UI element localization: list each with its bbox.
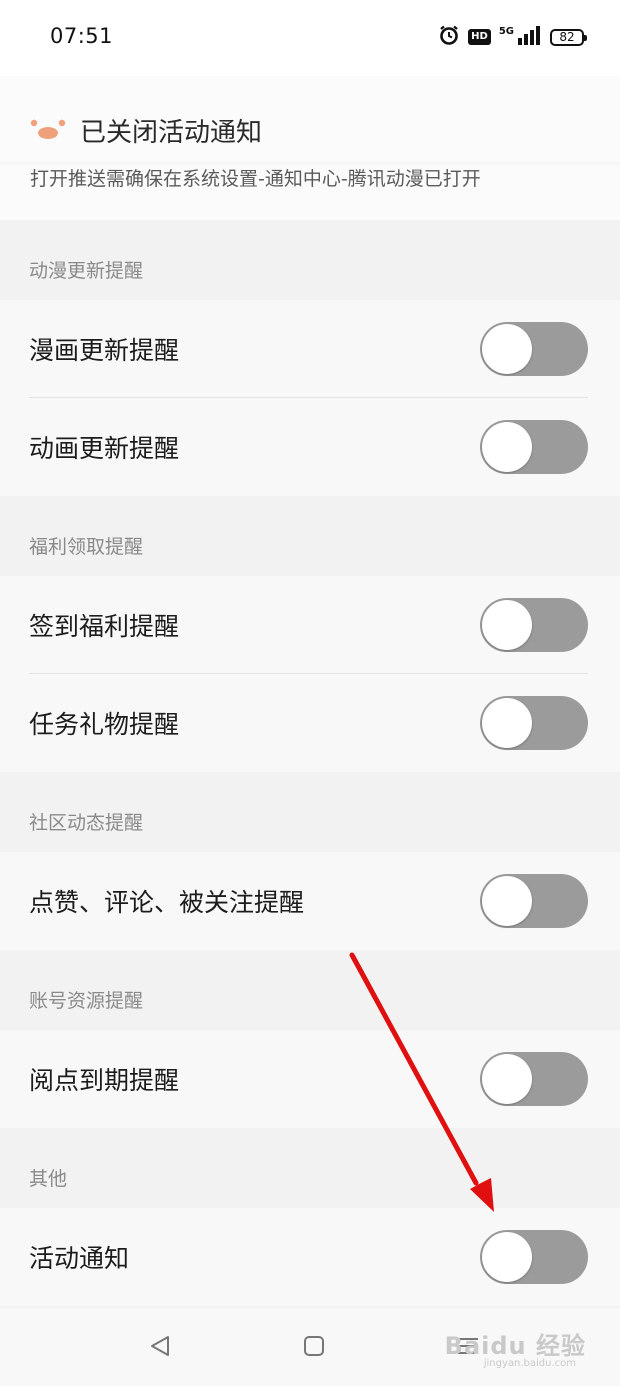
setting-row-comic-update[interactable]: 漫画更新提醒 <box>0 300 620 398</box>
section-title: 其他 <box>29 1168 68 1190</box>
back-icon[interactable] <box>148 1334 172 1362</box>
setting-row-activity-notice[interactable]: 活动通知 <box>0 1208 620 1306</box>
setting-label: 点赞、评论、被关注提醒 <box>29 888 305 917</box>
section-title: 福利领取提醒 <box>29 536 144 558</box>
section-title: 账号资源提醒 <box>29 990 144 1012</box>
animation-update-toggle[interactable] <box>480 420 588 474</box>
toggle-knob <box>482 1232 532 1282</box>
setting-row-likes-comments[interactable]: 点赞、评论、被关注提醒 <box>0 852 620 950</box>
signal-icon <box>516 25 542 49</box>
points-expiry-toggle[interactable] <box>480 1052 588 1106</box>
system-nav-bar: Baidu 经验 jingyan.baidu.com <box>0 1308 620 1386</box>
watermark-brand: Baidu 经验 <box>444 1332 586 1360</box>
setting-label: 任务礼物提醒 <box>29 710 180 739</box>
setting-row-animation-update[interactable]: 动画更新提醒 <box>0 398 620 496</box>
toggle-knob <box>482 1054 532 1104</box>
toggle-knob <box>482 698 532 748</box>
watermark-url: jingyan.baidu.com <box>483 1358 576 1369</box>
setting-label: 漫画更新提醒 <box>29 336 180 365</box>
setting-label: 签到福利提醒 <box>29 612 180 641</box>
status-time: 07:51 <box>50 24 114 48</box>
setting-row-checkin-welfare[interactable]: 签到福利提醒 <box>0 576 620 674</box>
toggle-knob <box>482 600 532 650</box>
setting-row-points-expiry[interactable]: 阅点到期提醒 <box>0 1030 620 1128</box>
battery-icon: 82 <box>550 28 587 46</box>
alarm-icon <box>438 24 460 50</box>
section-header-other: 其他 <box>0 1128 620 1208</box>
checkin-welfare-toggle[interactable] <box>480 598 588 652</box>
likes-comments-toggle[interactable] <box>480 874 588 928</box>
section-header-welfare: 福利领取提醒 <box>0 496 620 576</box>
section-title: 社区动态提醒 <box>29 812 144 834</box>
status-icons: HD 5G 82 <box>438 24 587 50</box>
section-header-community: 社区动态提醒 <box>0 772 620 852</box>
setting-label: 阅点到期提醒 <box>29 1066 180 1095</box>
section-title: 动漫更新提醒 <box>29 260 144 282</box>
notice-title: 已关闭活动通知 <box>80 118 263 148</box>
toggle-knob <box>482 324 532 374</box>
notice-description: 打开推送需确保在系统设置-通知中心-腾讯动漫已打开 <box>30 168 481 190</box>
activity-notice-toggle[interactable] <box>480 1230 588 1284</box>
toggle-knob <box>482 876 532 926</box>
section-header-anime-updates: 动漫更新提醒 <box>0 220 620 300</box>
section-header-account: 账号资源提醒 <box>0 950 620 1030</box>
app-logo-icon <box>30 118 66 146</box>
home-icon[interactable] <box>302 1334 326 1362</box>
hd-badge: HD <box>468 29 491 45</box>
task-gift-toggle[interactable] <box>480 696 588 750</box>
setting-label: 活动通知 <box>29 1244 130 1273</box>
setting-row-task-gift[interactable]: 任务礼物提醒 <box>0 674 620 772</box>
toggle-knob <box>482 422 532 472</box>
setting-label: 动画更新提醒 <box>29 434 180 463</box>
status-bar: 07:51 HD 5G 82 <box>0 0 620 76</box>
network-type: 5G <box>498 25 514 37</box>
comic-update-toggle[interactable] <box>480 322 588 376</box>
